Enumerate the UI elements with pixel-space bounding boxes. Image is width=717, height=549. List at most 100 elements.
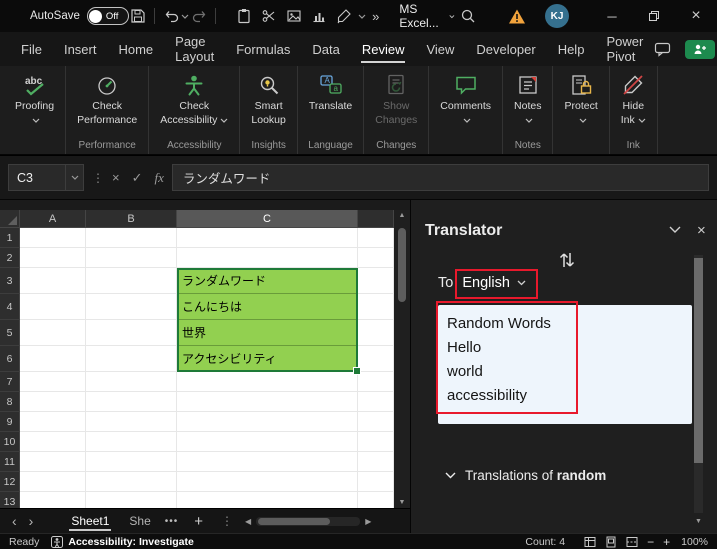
proofing-button[interactable]: abc Proofing	[10, 69, 59, 126]
cell-A10[interactable]	[20, 432, 86, 452]
tab-page-layout[interactable]: Page Layout	[164, 32, 225, 66]
cell-B4[interactable]	[86, 294, 177, 320]
tab-power-pivot[interactable]: Power Pivot	[595, 32, 654, 66]
hide-ink-button[interactable]: Hide Ink	[616, 69, 651, 126]
formula-input[interactable]: ランダムワード	[172, 164, 709, 191]
notes-button[interactable]: Notes	[509, 69, 546, 126]
share-button[interactable]	[685, 40, 715, 59]
qat-dropdown[interactable]	[356, 14, 368, 19]
row-header-11[interactable]: 11	[0, 452, 20, 472]
row-header-9[interactable]: 9	[0, 412, 20, 432]
horizontal-scroll-thumb[interactable]	[258, 518, 330, 525]
cell-A13[interactable]	[20, 492, 86, 508]
cell-B12[interactable]	[86, 472, 177, 492]
column-header-partial[interactable]	[358, 210, 394, 228]
protect-button[interactable]: Protect	[559, 69, 602, 126]
sheet-overflow-icon[interactable]: •••	[165, 516, 179, 527]
language-dropdown[interactable]: English	[462, 275, 526, 291]
cell-C4[interactable]: こんにちは	[177, 294, 358, 320]
format-painter-button[interactable]	[331, 3, 356, 29]
row-header-1[interactable]: 1	[0, 228, 20, 248]
save-button[interactable]	[129, 3, 148, 29]
picture-button[interactable]	[281, 3, 306, 29]
tab-formulas[interactable]: Formulas	[225, 32, 301, 66]
accessibility-status[interactable]: Accessibility: Investigate	[51, 536, 193, 548]
cell-C5[interactable]: 世界	[177, 320, 358, 346]
next-sheet-icon[interactable]: ›	[29, 513, 34, 529]
cell-A2[interactable]	[20, 248, 86, 268]
cell-partial-13[interactable]	[358, 492, 394, 508]
cell-C6[interactable]: アクセシビリティ	[177, 346, 358, 372]
cell-C12[interactable]	[177, 472, 358, 492]
feedback-button[interactable]	[654, 42, 671, 57]
column-header-A[interactable]: A	[20, 210, 86, 228]
normal-view-button[interactable]	[584, 536, 596, 548]
cell-A8[interactable]	[20, 392, 86, 412]
autosave-toggle[interactable]: Off	[87, 7, 129, 25]
tab-data[interactable]: Data	[301, 32, 350, 66]
scroll-up-icon[interactable]: ▲	[394, 212, 410, 219]
undo-dropdown[interactable]	[181, 14, 190, 19]
cell-C7[interactable]	[177, 372, 358, 392]
cell-partial-4[interactable]	[358, 294, 394, 320]
translate-button[interactable]: Aa Translate	[304, 69, 357, 126]
maximize-button[interactable]	[633, 0, 675, 32]
panel-scroll-thumb[interactable]	[694, 258, 703, 463]
sheet-tab-she[interactable]: She	[119, 509, 160, 533]
notification-warning-button[interactable]	[504, 3, 529, 29]
cell-C11[interactable]	[177, 452, 358, 472]
cell-C8[interactable]	[177, 392, 358, 412]
cell-B13[interactable]	[86, 492, 177, 508]
cell-partial-2[interactable]	[358, 248, 394, 268]
cell-C9[interactable]	[177, 412, 358, 432]
prev-sheet-icon[interactable]: ‹	[12, 513, 17, 529]
row-header-4[interactable]: 4	[0, 294, 20, 320]
column-header-C[interactable]: C	[177, 210, 358, 228]
cell-A4[interactable]	[20, 294, 86, 320]
cell-C1[interactable]	[177, 228, 358, 248]
cell-A3[interactable]	[20, 268, 86, 294]
count-indicator[interactable]: Count: 4	[525, 536, 565, 548]
cell-partial-6[interactable]	[358, 346, 394, 372]
panel-close-button[interactable]: ×	[697, 222, 706, 239]
cancel-button[interactable]: ×	[112, 170, 120, 185]
cell-C13[interactable]	[177, 492, 358, 508]
tab-home[interactable]: Home	[107, 32, 164, 66]
more-commands-icon[interactable]: »	[372, 9, 379, 24]
swap-languages-button[interactable]	[557, 249, 577, 271]
cell-A12[interactable]	[20, 472, 86, 492]
chart-button[interactable]	[306, 3, 331, 29]
cell-C2[interactable]	[177, 248, 358, 268]
enter-button[interactable]: ✓	[132, 170, 143, 186]
row-header-3[interactable]: 3	[0, 268, 20, 294]
name-box-dropdown[interactable]	[65, 165, 83, 190]
cell-partial-10[interactable]	[358, 432, 394, 452]
cell-B5[interactable]	[86, 320, 177, 346]
cell-A11[interactable]	[20, 452, 86, 472]
row-header-8[interactable]: 8	[0, 392, 20, 412]
insert-function-button[interactable]: fx	[155, 170, 164, 186]
name-box[interactable]: C3	[8, 164, 84, 191]
row-header-2[interactable]: 2	[0, 248, 20, 268]
row-header-10[interactable]: 10	[0, 432, 20, 452]
tab-help[interactable]: Help	[547, 32, 596, 66]
cell-partial-3[interactable]	[358, 268, 394, 294]
horizontal-scrollbar[interactable]	[256, 517, 360, 526]
fill-handle[interactable]	[353, 367, 361, 375]
cell-C3[interactable]: ランダムワード	[177, 268, 358, 294]
cell-partial-11[interactable]	[358, 452, 394, 472]
clipboard-button[interactable]	[231, 3, 256, 29]
check-performance-button[interactable]: Check Performance	[72, 69, 142, 126]
select-all-corner[interactable]	[0, 210, 20, 228]
tab-review[interactable]: Review	[351, 32, 416, 66]
undo-button[interactable]	[162, 3, 181, 29]
add-sheet-button[interactable]: +	[194, 513, 203, 530]
tab-view[interactable]: View	[415, 32, 465, 66]
cell-A6[interactable]	[20, 346, 86, 372]
show-changes-button[interactable]: Show Changes	[370, 69, 422, 126]
zoom-out-button[interactable]: −	[647, 535, 654, 549]
hscroll-left-icon[interactable]: ◀	[245, 517, 251, 526]
redo-button[interactable]	[190, 3, 209, 29]
user-avatar[interactable]: KJ	[545, 4, 569, 28]
panel-scroll-down-icon[interactable]: ▼	[694, 518, 703, 525]
